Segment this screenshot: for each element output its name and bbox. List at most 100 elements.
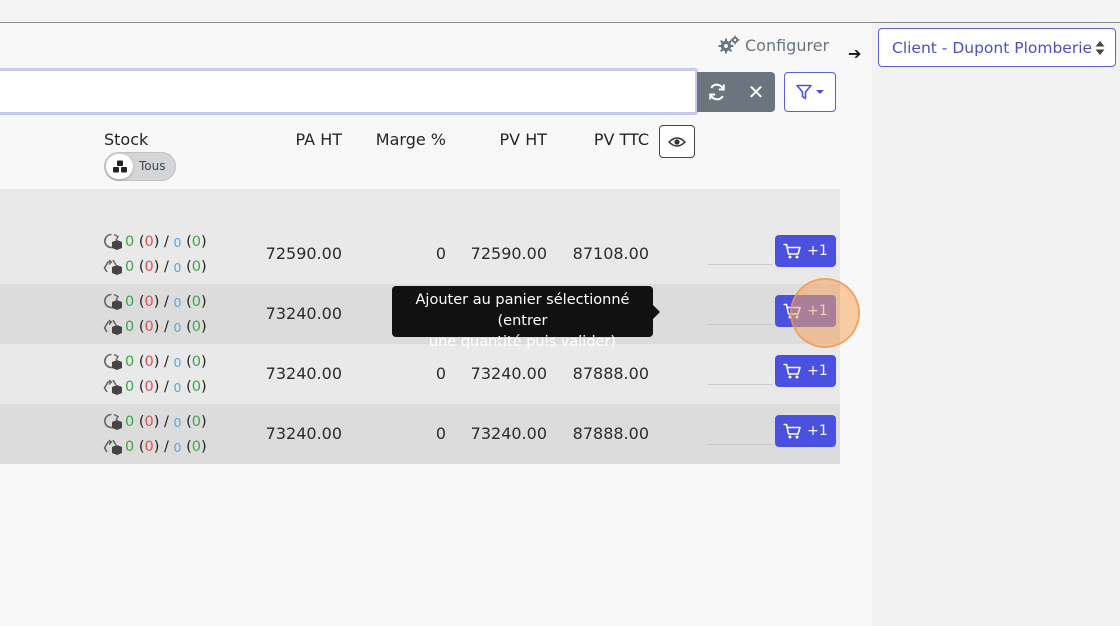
client-select[interactable]: Client - Dupont Plomberie: [878, 28, 1116, 67]
refresh-button[interactable]: [697, 72, 737, 112]
cell-pv-ht: 72590.00: [470, 244, 547, 263]
stock-incoming: 0: [191, 414, 201, 430]
close-icon: ✕: [747, 80, 765, 104]
browser-top-bar: [0, 0, 1120, 23]
filter-dropdown-button[interactable]: [784, 72, 836, 112]
cell-marge: 0: [435, 244, 446, 263]
stock-qty: 0: [125, 259, 135, 275]
cell-pa-ht: 73240.00: [265, 364, 342, 383]
quantity-input[interactable]: [708, 264, 772, 265]
stock-line-stock1: 0 (0) / 0 (0): [103, 232, 207, 252]
search-input[interactable]: [0, 71, 695, 112]
stock-reserved: 0: [144, 234, 154, 250]
warehouse-stock-icon: [104, 233, 122, 250]
stock-ordered: 0: [173, 259, 182, 275]
stock-line-stock2: 0 (0) / 0 (0): [103, 317, 207, 337]
stock-ordered: 0: [173, 379, 182, 395]
stock-ordered: 0: [173, 439, 182, 455]
warehouse-stock-icon: [104, 353, 122, 370]
stock-reserved: 0: [144, 259, 154, 275]
stock-qty: 0: [125, 319, 135, 335]
cubes-icon: [112, 160, 127, 172]
stock-line-stock1: 0 (0) / 0 (0): [103, 352, 207, 372]
toggle-columns-button[interactable]: [659, 125, 695, 158]
cell-pv-ht: 73240.00: [470, 364, 547, 383]
stock-filter-toggle[interactable]: Tous: [104, 152, 176, 181]
stock-line-stock1: 0 (0) / 0 (0): [103, 412, 207, 432]
recycle-stock-icon: [103, 259, 122, 275]
stock-qty: 0: [125, 439, 135, 455]
add-to-cart-label: +1: [807, 363, 828, 379]
cell-marge: 0: [435, 424, 446, 443]
quantity-input[interactable]: [708, 384, 772, 385]
add-to-cart-label: +1: [807, 423, 828, 439]
cart-icon: [783, 243, 801, 259]
quantity-input[interactable]: [708, 444, 772, 445]
stock-incoming: 0: [191, 319, 201, 335]
warehouse-stock-icon: [104, 293, 122, 310]
stock-incoming: 0: [191, 294, 201, 310]
stock-qty: 0: [125, 234, 135, 250]
chevron-down-icon: [815, 90, 824, 94]
stock-incoming: 0: [191, 354, 201, 370]
search-field-wrapper: [0, 68, 698, 115]
stock-qty: 0: [125, 414, 135, 430]
filter-icon: [795, 84, 812, 100]
table-row: 0 (0) / 0 (0) 0 (0) / 0 (0) 73240.00 0 73240…: [0, 404, 840, 464]
add-to-cart-button[interactable]: +1: [775, 295, 836, 327]
eye-icon: [668, 136, 686, 147]
arrow-right-icon: ➔: [848, 44, 862, 63]
add-to-cart-button[interactable]: +1: [775, 415, 836, 447]
col-header-stock: Stock: [104, 130, 149, 149]
configure-label: Configurer: [745, 35, 830, 55]
add-to-cart-button[interactable]: +1: [775, 355, 836, 387]
add-to-cart-tooltip: Ajouter au panier sélectionné (entrer un…: [392, 286, 660, 350]
add-to-cart-label: +1: [807, 303, 828, 319]
stock-ordered: 0: [173, 294, 182, 310]
clear-search-button[interactable]: ✕: [737, 72, 775, 112]
stock-ordered: 0: [173, 234, 182, 250]
col-header-pv-ttc: PV TTC: [593, 130, 649, 149]
cell-pv-ttc: 87108.00: [572, 244, 649, 263]
stock-incoming: 0: [191, 439, 201, 455]
select-caret-icon: [1095, 41, 1105, 55]
stock-ordered: 0: [173, 354, 182, 370]
right-panel: [872, 23, 1120, 626]
add-to-cart-button[interactable]: +1: [775, 235, 836, 267]
stock-reserved: 0: [144, 354, 154, 370]
stock-filter-label: Tous: [139, 159, 166, 173]
stock-line-stock2: 0 (0) / 0 (0): [103, 377, 207, 397]
client-select-value: Client - Dupont Plomberie: [892, 38, 1093, 57]
cell-pv-ttc: 87888.00: [572, 424, 649, 443]
col-header-pa-ht: PA HT: [295, 130, 342, 149]
recycle-stock-icon: [103, 319, 122, 335]
stock-qty: 0: [125, 379, 135, 395]
configure-button[interactable]: Configurer: [718, 34, 829, 56]
stock-line-stock1: 0 (0) / 0 (0): [103, 292, 207, 312]
table-row: 0 (0) / 0 (0) 0 (0) / 0 (0) 72590.00 0 72590…: [0, 224, 840, 284]
stock-ordered: 0: [173, 414, 182, 430]
cart-icon: [783, 423, 801, 439]
stock-reserved: 0: [144, 379, 154, 395]
cart-icon: [783, 363, 801, 379]
stock-reserved: 0: [144, 439, 154, 455]
stock-incoming: 0: [191, 379, 201, 395]
recycle-stock-icon: [103, 439, 122, 455]
toggle-knob: [106, 154, 133, 179]
tooltip-line-1: Ajouter au panier sélectionné (entrer: [415, 292, 630, 329]
add-to-cart-label: +1: [807, 243, 828, 259]
gears-icon: [718, 35, 740, 54]
quantity-input[interactable]: [708, 324, 772, 325]
cell-pa-ht: 73240.00: [265, 304, 342, 323]
col-header-marge: Marge %: [375, 130, 446, 149]
table-row: 0 (0) / 0 (0) 0 (0) / 0 (0) 73240.00 0 73240…: [0, 344, 840, 404]
stock-reserved: 0: [144, 294, 154, 310]
cell-pa-ht: 72590.00: [265, 244, 342, 263]
warehouse-stock-icon: [104, 413, 122, 430]
cart-icon: [783, 303, 801, 319]
cell-pa-ht: 73240.00: [265, 424, 342, 443]
stock-incoming: 0: [191, 259, 201, 275]
col-header-pv-ht: PV HT: [499, 130, 547, 149]
cell-pv-ttc: 87888.00: [572, 364, 649, 383]
stock-reserved: 0: [144, 319, 154, 335]
